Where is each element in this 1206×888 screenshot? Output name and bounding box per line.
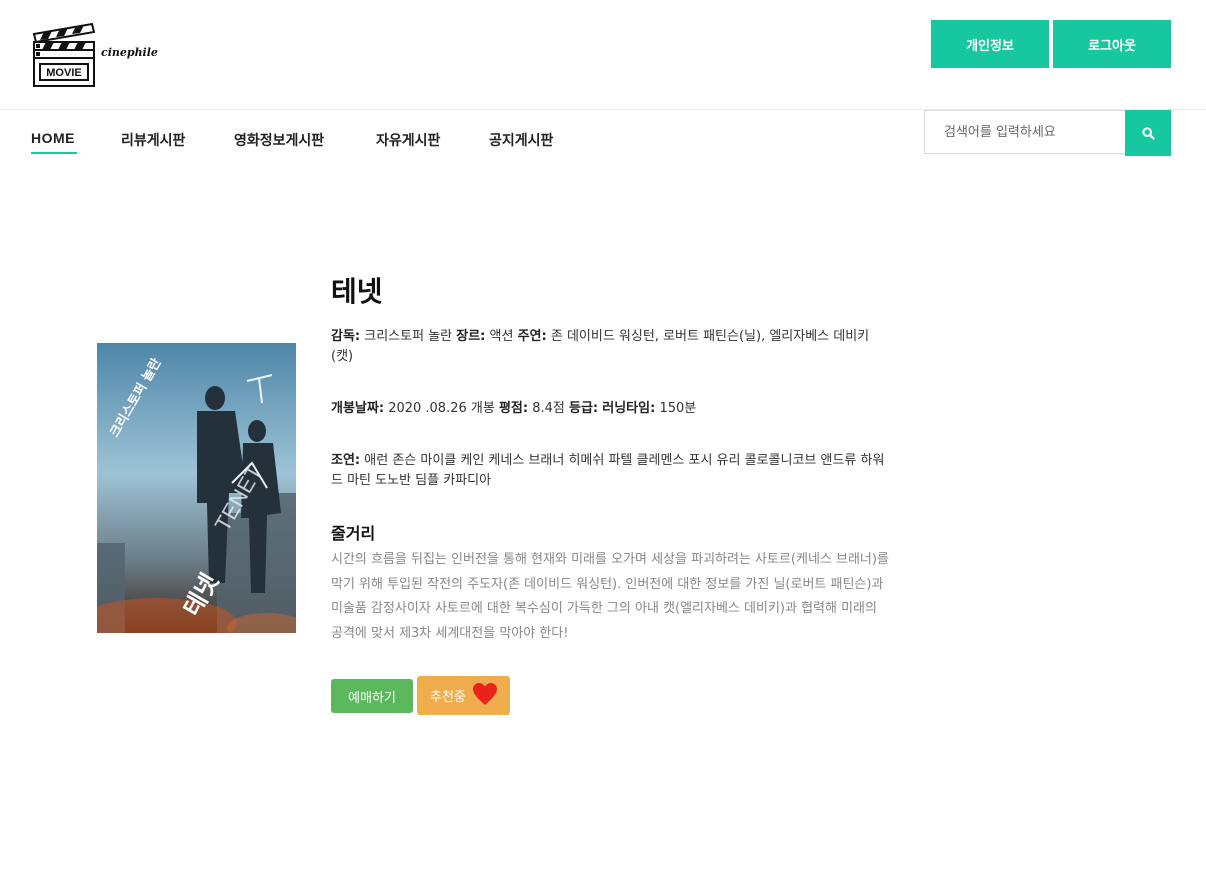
runtime-value: 150분 [659, 401, 697, 416]
logo-text[interactable]: cinephile [101, 46, 158, 59]
heart-icon [473, 683, 497, 705]
recommend-label: 추천중 [430, 690, 466, 705]
book-button[interactable]: 예매하기 [331, 679, 413, 713]
supporting-cast-line: 조연: 애런 존슨 마이클 케인 케네스 브래너 히메쉬 파텔 클레멘스 포시 … [331, 451, 891, 491]
genre-value: 액션 [489, 329, 514, 344]
runtime-label: 러닝타임: [602, 401, 656, 416]
nav-item-free-board[interactable]: 자유게시판 [376, 130, 440, 150]
search-input[interactable] [944, 121, 1114, 143]
supporting-label: 조연: [331, 453, 361, 468]
release-value: 2020 .08.26 개봉 [388, 401, 495, 416]
rating-label: 평점: [498, 401, 529, 416]
movie-clapperboard-icon: MOVIE [32, 22, 96, 87]
nav-item-notice-board[interactable]: 공지게시판 [489, 130, 553, 150]
nav-item-movie-info-board[interactable]: 영화정보게시판 [234, 130, 324, 150]
cast-label: 주연: [517, 329, 547, 344]
plot-text: 시간의 흐름을 뒤집는 인버전을 통해 현재와 미래를 오가며 세상을 파괴하려… [331, 552, 889, 641]
supporting-value: 애런 존슨 마이클 케인 케네스 브래너 히메쉬 파텔 클레멘스 포시 유리 콜… [331, 453, 885, 488]
nav-active-indicator [31, 152, 77, 154]
movie-title: 테넷 [331, 275, 383, 308]
recommend-button[interactable]: 추천중 [417, 676, 510, 715]
director-label: 감독: [331, 329, 361, 344]
logo-board-text: MOVIE [46, 67, 81, 79]
movie-meta-line: 개봉날짜: 2020 .08.26 개봉 평점: 8.4점 등급: 러닝타임: … [331, 399, 891, 419]
search-button[interactable] [1125, 110, 1171, 156]
release-label: 개봉날짜: [331, 401, 385, 416]
genre-label: 장르: [456, 329, 486, 344]
nav-item-review-board[interactable]: 리뷰게시판 [121, 130, 185, 150]
nav-item-home[interactable]: HOME [31, 130, 75, 146]
profile-button[interactable]: 개인정보 [931, 20, 1049, 68]
search-icon [1141, 126, 1155, 140]
movie-poster: TENET 크리스토퍼 놀란 테넷 [97, 343, 296, 633]
movie-credits-line: 감독: 크리스토퍼 놀란 장르: 액션 주연: 존 데이비드 워싱턴, 로버트 … [331, 327, 891, 367]
director-value: 크리스토퍼 놀란 [364, 329, 453, 344]
rating-value: 8.4점 [532, 401, 565, 416]
logout-button[interactable]: 로그아웃 [1053, 20, 1171, 68]
poster-image: TENET 크리스토퍼 놀란 테넷 [97, 343, 296, 633]
grade-label: 등급: [569, 401, 599, 416]
plot-heading: 줄거리 [331, 524, 376, 543]
